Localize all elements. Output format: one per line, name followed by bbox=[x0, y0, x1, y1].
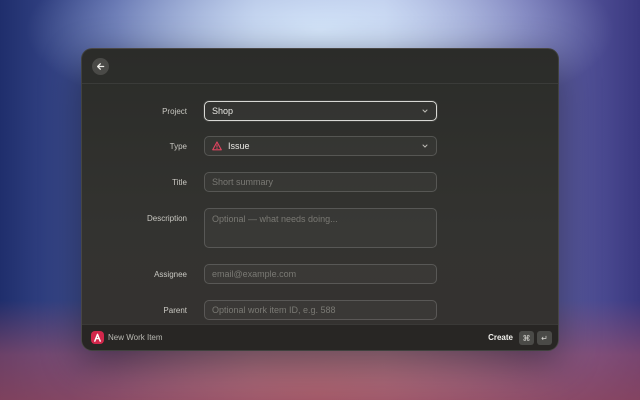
chevron-down-icon bbox=[422, 109, 428, 113]
app-logo-icon bbox=[91, 331, 104, 344]
parent-label: Parent bbox=[163, 306, 187, 315]
type-value: Issue bbox=[228, 141, 250, 151]
title-label: Title bbox=[172, 178, 187, 187]
command-key-hint: ⌘ bbox=[519, 331, 534, 345]
type-select[interactable]: Issue bbox=[204, 136, 437, 156]
title-input[interactable]: Short summary bbox=[204, 172, 437, 192]
project-select[interactable]: Shop bbox=[204, 101, 437, 121]
back-button[interactable] bbox=[92, 58, 109, 75]
window-footer: New Work Item Create ⌘ ↵ bbox=[82, 324, 558, 350]
warning-triangle-icon bbox=[212, 141, 222, 151]
project-value: Shop bbox=[212, 106, 234, 116]
type-label: Type bbox=[169, 142, 187, 151]
description-textarea[interactable]: Optional — what needs doing... bbox=[204, 208, 437, 248]
assignee-input[interactable]: email@example.com bbox=[204, 264, 437, 284]
assignee-placeholder: email@example.com bbox=[212, 269, 297, 279]
chevron-down-icon bbox=[422, 144, 428, 148]
description-placeholder: Optional — what needs doing... bbox=[212, 214, 338, 224]
title-placeholder: Short summary bbox=[212, 177, 274, 187]
create-button[interactable]: Create bbox=[488, 333, 513, 342]
description-label: Description bbox=[146, 214, 187, 223]
arrow-left-icon bbox=[96, 63, 105, 70]
parent-placeholder: Optional work item ID, e.g. 588 bbox=[212, 305, 336, 315]
footer-title: New Work Item bbox=[108, 333, 163, 342]
window-topbar bbox=[82, 49, 558, 84]
new-work-item-window: Project Shop Type Issue Title Short summ… bbox=[81, 48, 559, 351]
assignee-label: Assignee bbox=[154, 270, 187, 279]
return-key-hint: ↵ bbox=[537, 331, 552, 345]
project-label: Project bbox=[162, 107, 187, 116]
parent-input[interactable]: Optional work item ID, e.g. 588 bbox=[204, 300, 437, 320]
